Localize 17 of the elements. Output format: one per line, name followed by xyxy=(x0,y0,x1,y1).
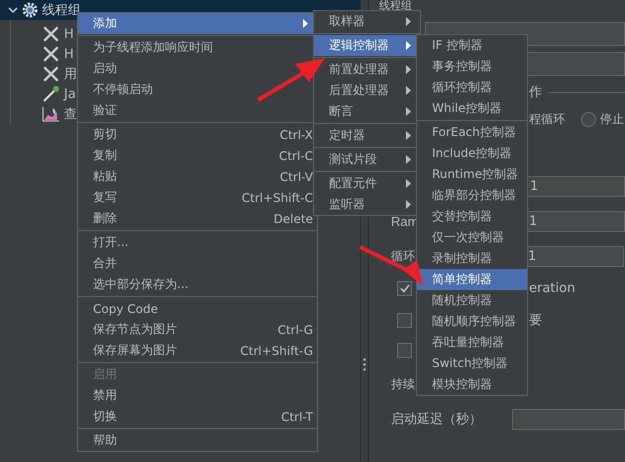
checkbox-label: 要 xyxy=(529,312,542,329)
shortcut-label: Delete xyxy=(274,212,313,226)
shortcut-label: Ctrl+Shift-G xyxy=(240,344,313,358)
panel-title: 线程组 xyxy=(379,0,412,11)
shortcut-label: Ctrl-V xyxy=(280,170,313,184)
field-label: 持续 xyxy=(391,376,415,392)
checkbox-label: eration xyxy=(529,280,576,296)
option-label: 停止 xyxy=(600,110,624,128)
field-label: 循环 xyxy=(391,248,415,264)
field-label: 启动延迟（秒） xyxy=(391,411,482,428)
shortcut-label: Ctrl-G xyxy=(278,322,313,336)
option-label: 程循环 xyxy=(529,110,565,128)
shortcut-label: Ctrl-T xyxy=(281,410,313,424)
shortcut-label: Ctrl-X xyxy=(280,128,313,142)
section-legend: 作 xyxy=(529,83,542,101)
shortcut-label: Ctrl-C xyxy=(278,148,313,162)
shortcut-label: Ctrl+Shift-C xyxy=(242,190,313,204)
